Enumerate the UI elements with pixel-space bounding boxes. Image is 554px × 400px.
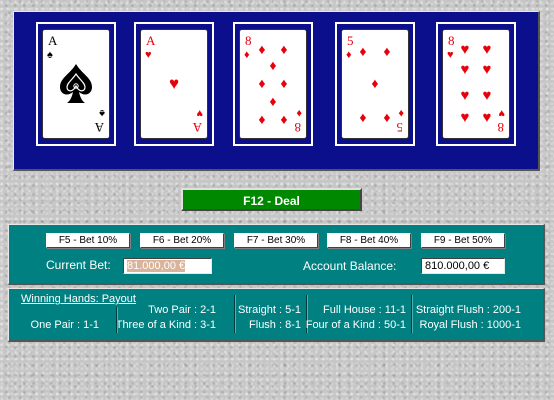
payout-full-house: Full House : 11-1 bbox=[323, 304, 406, 316]
card-rank-top: A bbox=[146, 33, 156, 48]
card-rank-bottom: A bbox=[94, 120, 104, 135]
payout-four-of-a-kind: Four of a Kind : 50-1 bbox=[305, 319, 406, 331]
payout-separator bbox=[234, 295, 236, 333]
card-rank-bottom: A bbox=[192, 120, 202, 135]
payout-separator bbox=[411, 295, 413, 333]
card-ace-of-hearts[interactable]: A ♥ ♥ A ♥ bbox=[140, 29, 208, 139]
payout-straight-flush: Straight Flush : 200-1 bbox=[415, 304, 521, 316]
card-suit-top: ♦ bbox=[346, 49, 352, 61]
payout-one-pair: One Pair : 1-1 bbox=[30, 319, 99, 331]
payout-two-pair: Two Pair : 2-1 bbox=[148, 304, 216, 316]
card-rank-bottom: 8 bbox=[498, 120, 505, 135]
ace-of-spades-face: A ♠ A ♠ bbox=[47, 33, 105, 135]
svg-text:♦: ♦ bbox=[269, 57, 276, 73]
svg-text:♦: ♦ bbox=[371, 75, 378, 91]
payout-three-of-a-kind: Three of a Kind : 3-1 bbox=[115, 319, 216, 331]
card-rank-top: 5 bbox=[347, 33, 354, 48]
bet-30-button[interactable]: F7 - Bet 30% bbox=[234, 233, 318, 248]
current-bet-input[interactable]: 81.000,00 € bbox=[123, 258, 212, 274]
svg-text:♥: ♥ bbox=[483, 87, 492, 104]
card-rank-top: 8 bbox=[448, 33, 455, 48]
svg-text:♦: ♦ bbox=[280, 41, 287, 57]
card-slot-1: A ♠ A ♠ bbox=[36, 22, 116, 146]
bet-50-button[interactable]: F9 - Bet 50% bbox=[421, 233, 505, 248]
payout-heading: Winning Hands: Payout bbox=[21, 293, 136, 305]
card-suit-bottom: ♦ bbox=[398, 107, 404, 119]
card-eight-of-diamonds[interactable]: 8 ♦ ♦ ♦ ♦ ♦ ♦ ♦ ♦ ♦ 8 ♦ bbox=[239, 29, 307, 139]
payout-royal-flush: Royal Flush : 1000-1 bbox=[419, 319, 522, 331]
account-balance-value: 810.000,00 € bbox=[425, 260, 490, 272]
svg-text:♦: ♦ bbox=[383, 109, 390, 125]
card-suit-bottom: ♥ bbox=[196, 107, 203, 119]
card-suit-bottom: ♥ bbox=[498, 107, 505, 119]
svg-text:♦: ♦ bbox=[269, 93, 276, 109]
large-spade-icon bbox=[60, 64, 92, 103]
card-slot-3: 8 ♦ ♦ ♦ ♦ ♦ ♦ ♦ ♦ ♦ 8 ♦ bbox=[233, 22, 313, 146]
card-suit-top: ♥ bbox=[447, 49, 454, 61]
card-suit-top: ♦ bbox=[244, 49, 250, 61]
card-slot-2: A ♥ ♥ A ♥ bbox=[134, 22, 214, 146]
card-suit-top: ♥ bbox=[145, 49, 152, 61]
heart-pips: ♥ ♥ ♥ ♥ ♥ ♥ ♥ ♥ bbox=[461, 41, 492, 126]
svg-text:♦: ♦ bbox=[258, 41, 265, 57]
eight-of-diamonds-face: 8 ♦ ♦ ♦ ♦ ♦ ♦ ♦ ♦ ♦ 8 ♦ bbox=[244, 33, 302, 135]
payout-separator bbox=[116, 307, 118, 333]
diamond-pips: ♦ ♦ ♦ ♦ ♦ ♦ ♦ ♦ bbox=[258, 41, 287, 127]
payout-panel: Winning Hands: Payout Two Pair : 2-1 One… bbox=[8, 288, 545, 342]
card-slot-4: 5 ♦ ♦ ♦ ♦ ♦ ♦ 5 ♦ bbox=[335, 22, 415, 146]
card-rank-top: 8 bbox=[245, 33, 252, 48]
payout-flush: Flush : 8-1 bbox=[249, 319, 301, 331]
card-rank-bottom: 8 bbox=[295, 120, 302, 135]
card-table: A ♠ A ♠ A ♥ ♥ A ♥ 8 ♦ ♦ ♦ ♦ ♦ ♦ ♦ ♦ ♦ 8 … bbox=[13, 11, 540, 171]
account-balance-field: 810.000,00 € bbox=[421, 258, 505, 274]
svg-text:♦: ♦ bbox=[280, 111, 287, 127]
svg-text:♥: ♥ bbox=[483, 61, 492, 78]
svg-text:♥: ♥ bbox=[483, 41, 492, 58]
bet-panel: F5 - Bet 10% F6 - Bet 20% F7 - Bet 30% F… bbox=[8, 224, 545, 285]
svg-text:♥: ♥ bbox=[461, 109, 470, 126]
current-bet-label: Current Bet: bbox=[46, 258, 111, 272]
bet-40-button[interactable]: F8 - Bet 40% bbox=[327, 233, 411, 248]
bet-10-button[interactable]: F5 - Bet 10% bbox=[46, 233, 130, 248]
card-suit-top: ♠ bbox=[47, 49, 53, 61]
svg-text:♦: ♦ bbox=[383, 43, 390, 59]
current-bet-value: 81.000,00 € bbox=[127, 260, 186, 272]
eight-of-hearts-face: 8 ♥ ♥ ♥ ♥ ♥ ♥ ♥ ♥ ♥ 8 ♥ bbox=[447, 33, 505, 135]
account-balance-label: Account Balance: bbox=[303, 259, 397, 273]
diamond-pips: ♦ ♦ ♦ ♦ ♦ bbox=[359, 43, 390, 125]
bet-20-button[interactable]: F6 - Bet 20% bbox=[140, 233, 224, 248]
svg-text:♥: ♥ bbox=[461, 87, 470, 104]
payout-straight: Straight : 5-1 bbox=[238, 304, 301, 316]
svg-text:♦: ♦ bbox=[359, 109, 366, 125]
card-five-of-diamonds[interactable]: 5 ♦ ♦ ♦ ♦ ♦ ♦ 5 ♦ bbox=[341, 29, 409, 139]
card-ace-of-spades[interactable]: A ♠ A ♠ bbox=[42, 29, 110, 139]
card-suit-bottom: ♠ bbox=[99, 107, 105, 119]
card-suit-bottom: ♦ bbox=[296, 107, 302, 119]
svg-text:♥: ♥ bbox=[483, 109, 492, 126]
five-of-diamonds-face: 5 ♦ ♦ ♦ ♦ ♦ ♦ 5 ♦ bbox=[346, 33, 404, 135]
svg-text:♦: ♦ bbox=[258, 111, 265, 127]
svg-text:♥: ♥ bbox=[461, 61, 470, 78]
card-rank-top: A bbox=[48, 33, 58, 48]
card-eight-of-hearts[interactable]: 8 ♥ ♥ ♥ ♥ ♥ ♥ ♥ ♥ ♥ 8 ♥ bbox=[442, 29, 510, 139]
ace-of-hearts-face: A ♥ ♥ A ♥ bbox=[145, 33, 203, 135]
svg-text:♦: ♦ bbox=[258, 75, 265, 91]
deal-button[interactable]: F12 - Deal bbox=[181, 188, 362, 211]
svg-text:♥: ♥ bbox=[461, 41, 470, 58]
card-rank-bottom: 5 bbox=[397, 120, 404, 135]
heart-icon: ♥ bbox=[169, 74, 179, 93]
svg-text:♦: ♦ bbox=[280, 75, 287, 91]
card-slot-5: 8 ♥ ♥ ♥ ♥ ♥ ♥ ♥ ♥ ♥ 8 ♥ bbox=[436, 22, 516, 146]
svg-text:♦: ♦ bbox=[359, 43, 366, 59]
